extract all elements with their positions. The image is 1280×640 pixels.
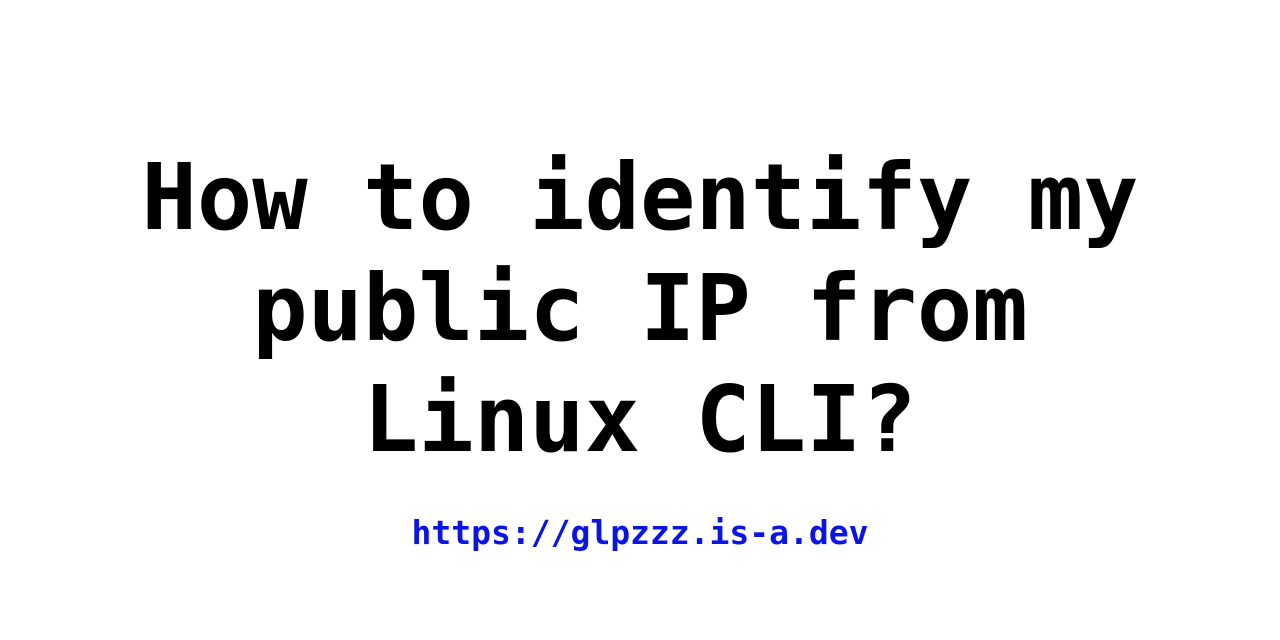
title-line-1: How to identify my: [141, 144, 1139, 251]
title-line-3: Linux CLI?: [363, 366, 917, 473]
card-title: How to identify my public IP from Linux …: [0, 142, 1280, 475]
title-line-2: public IP from: [252, 255, 1028, 362]
social-card: How to identify my public IP from Linux …: [0, 0, 1280, 640]
site-url-link[interactable]: https://glpzzz.is-a.dev: [0, 512, 1280, 554]
